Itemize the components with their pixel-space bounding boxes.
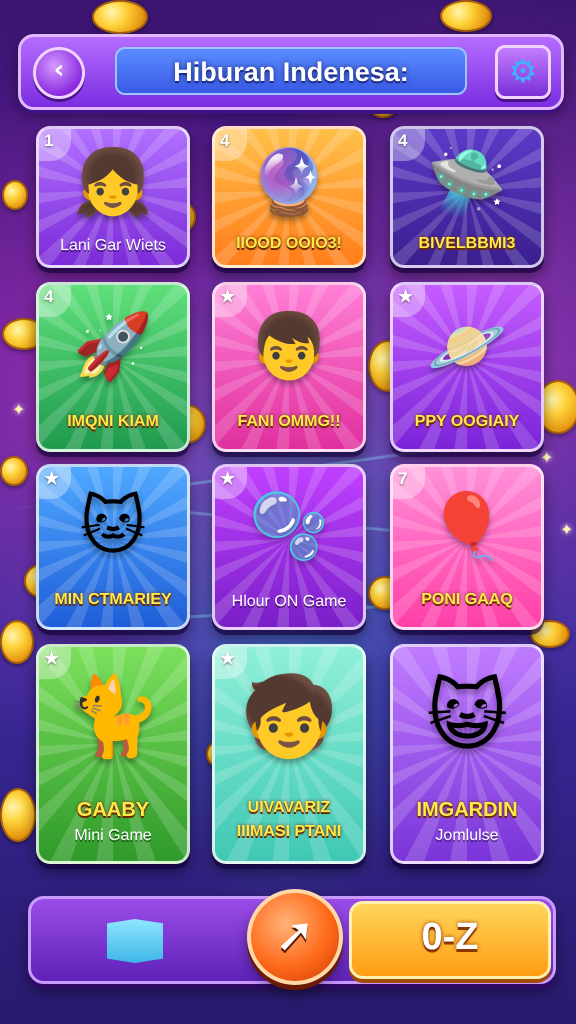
sort-label: 0-Z xyxy=(421,916,479,958)
game-card[interactable]: 4 🔮 IIOOD OOIO3! xyxy=(212,126,366,268)
card-title: GAABY xyxy=(76,799,150,821)
card-title: IMQNI KIAM xyxy=(67,413,159,430)
magic-bubble-icon: 🫧 xyxy=(249,490,329,564)
back-button[interactable]: ‹ xyxy=(33,47,85,99)
cat-with-magic-icon: 🐈 xyxy=(64,672,162,762)
card-title: Lani Gar Wiets xyxy=(60,237,166,254)
game-card[interactable]: 😺 IMGARDIN Jomlulse xyxy=(390,644,544,864)
map-icon xyxy=(107,919,163,963)
card-title: IIOOD OOIO3! xyxy=(236,235,342,252)
cursor-pointer-icon: ➚ xyxy=(274,907,316,963)
title-panel: Hiburan Indenesa: xyxy=(115,47,467,95)
gear-icon: ⚙ xyxy=(508,52,538,90)
game-card[interactable]: ★ 🐱 MIN CTMARIEY xyxy=(36,464,190,630)
game-card[interactable]: 4 🚀 IMQNI KIAM xyxy=(36,282,190,452)
crystal-ball-icon: 🔮 xyxy=(249,146,329,220)
boy-with-hat-icon: 🧒 xyxy=(240,672,338,762)
game-card[interactable]: ★ 🐈 GAABY Mini Game xyxy=(36,644,190,864)
play-pointer-button[interactable]: ➚ xyxy=(247,889,343,985)
card-subtitle: IIIMASI PTANI xyxy=(236,823,342,840)
card-title: FANI OMMG!! xyxy=(237,413,341,430)
game-card[interactable]: 4 🛸 BIVELBBMI3 xyxy=(390,126,544,268)
card-title: UIVAVARIZ xyxy=(247,799,331,816)
girl-character-icon: 👧 xyxy=(73,146,153,220)
page-title: Hiburan Indenesa: xyxy=(173,57,409,87)
card-title: IMGARDIN xyxy=(416,799,518,821)
header-bar: ‹ Hiburan Indenesa: ⚙ xyxy=(18,34,564,110)
settings-button[interactable]: ⚙ xyxy=(495,45,551,99)
bottom-nav-bar: ➚ 0-Z xyxy=(28,889,556,985)
coin-decoration xyxy=(92,0,148,34)
game-card[interactable]: ★ 🧒 UIVAVARIZ IIIMASI PTANI xyxy=(212,644,366,864)
card-subtitle: Jomlulse xyxy=(435,827,499,844)
green-spaceship-icon: 🛸 xyxy=(427,146,507,220)
card-title: BIVELBBMI3 xyxy=(418,235,516,252)
card-title: PONI GAAQ xyxy=(421,591,513,608)
boy-with-coins-icon: 👦 xyxy=(249,310,329,384)
sparkle-icon: ✦ xyxy=(540,448,554,467)
card-title: PPY OOGIAIY xyxy=(414,413,520,430)
card-subtitle: Mini Game xyxy=(74,827,152,844)
sort-button[interactable]: 0-Z xyxy=(349,901,551,979)
sparkle-icon: ✦ xyxy=(560,520,574,539)
coin-decoration xyxy=(2,180,28,210)
balloon-icon: 🎈 xyxy=(427,490,507,564)
game-card[interactable]: ★ 🫧 Hlour ON Game xyxy=(212,464,366,630)
ufo-planet-icon: 🪐 xyxy=(427,310,507,384)
coin-decoration xyxy=(0,456,28,486)
rocket-icon: 🚀 xyxy=(73,310,153,384)
winking-cat-icon: 🐱 xyxy=(79,490,147,564)
card-title: MIN CTMARIEY xyxy=(54,591,172,608)
map-button[interactable] xyxy=(107,919,163,963)
chevron-left-icon: ‹ xyxy=(53,55,65,85)
game-card[interactable]: 1 👧 Lani Gar Wiets xyxy=(36,126,190,268)
coin-decoration xyxy=(440,0,492,32)
card-title: Hlour ON Game xyxy=(231,593,347,610)
game-card[interactable]: ★ 🪐 PPY OOGIAIY xyxy=(390,282,544,452)
game-card[interactable]: 7 🎈 PONI GAAQ xyxy=(390,464,544,630)
game-card[interactable]: ★ 👦 FANI OMMG!! xyxy=(212,282,366,452)
purple-cat-icon: 😺 xyxy=(426,672,508,762)
coin-decoration xyxy=(0,788,36,842)
sparkle-icon: ✦ xyxy=(12,400,26,419)
coin-decoration xyxy=(0,620,34,664)
